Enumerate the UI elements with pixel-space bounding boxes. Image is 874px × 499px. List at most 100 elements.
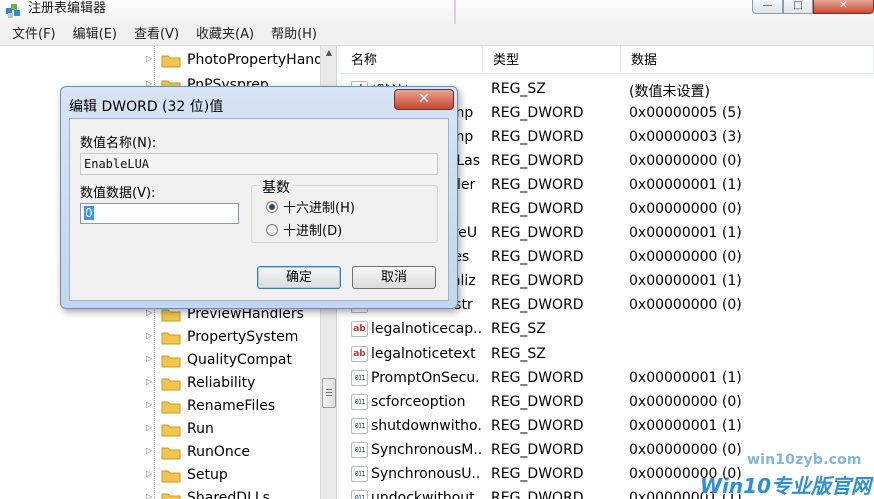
- value-data: 0x00000001 (1): [629, 225, 742, 241]
- tree-item-label: PropertySystem: [187, 329, 299, 345]
- dword-value-icon: 011: [351, 490, 368, 499]
- list-row[interactable]: 011 scforceoption REG_DWORD 0x00000000 (…: [341, 391, 874, 415]
- tree-item-label: SharedDLLs: [187, 490, 270, 499]
- window-title: 注册表编辑器: [28, 1, 107, 16]
- tree-item[interactable]: ▷ RunOnce: [4, 441, 322, 464]
- cancel-button[interactable]: 取消: [352, 266, 436, 289]
- dword-value-icon: 011: [351, 466, 368, 482]
- expand-arrow-icon[interactable]: ▷: [146, 446, 152, 455]
- menu-view[interactable]: 查看(V): [134, 24, 179, 46]
- value-name: SynchronousM...: [371, 442, 481, 458]
- edit-dword-dialog: 编辑 DWORD (32 位)值 ✕ 数值名称(N): EnableLUA 数值…: [60, 86, 458, 309]
- expand-arrow-icon[interactable]: ▷: [146, 377, 152, 386]
- dialog-title: 编辑 DWORD (32 位)值: [69, 99, 224, 115]
- dialog-close-button[interactable]: ✕: [394, 89, 454, 110]
- value-type: REG_SZ: [491, 321, 546, 337]
- value-type: REG_DWORD: [491, 442, 584, 458]
- column-header-name[interactable]: 名称: [341, 46, 483, 74]
- tree-item[interactable]: ▷ Run: [4, 418, 322, 441]
- value-type: REG_DWORD: [491, 418, 584, 434]
- maximize-button[interactable]: □: [783, 0, 813, 14]
- ok-button[interactable]: 确定: [257, 266, 341, 289]
- value-type: REG_DWORD: [491, 129, 584, 145]
- radio-button[interactable]: [266, 224, 278, 236]
- watermark-logo: Win10专业版官网: [700, 474, 871, 498]
- expand-arrow-icon[interactable]: ▷: [146, 308, 152, 317]
- close-window-button[interactable]: ✕: [813, 0, 874, 14]
- value-name: legalnoticecap...: [371, 321, 481, 337]
- dword-value-icon: 011: [351, 418, 368, 434]
- tree-item[interactable]: ▷ QualityCompat: [4, 349, 322, 372]
- tree-item[interactable]: ▷ PhotoPropertyHand: [4, 49, 323, 72]
- menu-favorites[interactable]: 收藏夹(A): [196, 24, 254, 46]
- radio-dec[interactable]: 十进制(D): [266, 220, 342, 239]
- folder-icon: [161, 493, 181, 499]
- value-data: 0x00000000 (0): [629, 394, 742, 410]
- value-type: REG_DWORD: [491, 249, 584, 265]
- radio-hex-label: 十六进制(H): [283, 201, 355, 216]
- scroll-up-arrow-icon[interactable]: ▲: [321, 48, 336, 57]
- expand-arrow-icon[interactable]: ▷: [146, 400, 152, 409]
- column-header-type[interactable]: 类型: [483, 46, 621, 74]
- list-row[interactable]: ab legalnoticecap... REG_SZ: [341, 318, 874, 342]
- expand-arrow-icon[interactable]: ▷: [146, 331, 152, 340]
- menu-file[interactable]: 文件(F): [12, 24, 56, 46]
- value-data-input[interactable]: 0: [80, 203, 239, 224]
- selected-text: 0: [84, 206, 94, 220]
- tree-item[interactable]: ▷ Reliability: [4, 372, 322, 395]
- tree-item[interactable]: ▷ SharedDLLs: [4, 487, 322, 499]
- tree-item-label: Reliability: [187, 375, 256, 391]
- dword-value-icon: 011: [351, 370, 368, 386]
- tree-item[interactable]: ▷ PropertySystem: [4, 326, 322, 349]
- expand-arrow-icon[interactable]: ▷: [146, 423, 152, 432]
- value-type: REG_SZ: [491, 346, 546, 362]
- minimize-button[interactable]: —: [752, 0, 783, 14]
- tree-item-label: RunOnce: [187, 444, 251, 460]
- menu-help[interactable]: 帮助(H): [271, 24, 317, 46]
- title-bar: 注册表编辑器 — □ ✕: [0, 0, 874, 24]
- radio-hex[interactable]: 十六进制(H): [266, 197, 355, 216]
- dword-value-icon: 011: [351, 442, 368, 458]
- value-data: 0x00000001 (1): [629, 418, 742, 434]
- value-data: 0x00000000 (0): [629, 153, 742, 169]
- value-type: REG_DWORD: [491, 490, 584, 499]
- radio-button-checked[interactable]: [266, 201, 278, 213]
- value-data: 0x00000000 (0): [629, 201, 742, 217]
- list-row[interactable]: 011 shutdownwitho... REG_DWORD 0x0000000…: [341, 415, 874, 439]
- dialog-body: 数值名称(N): EnableLUA 数值数据(V): 0 基数 十六进制(H)…: [69, 118, 449, 301]
- background-window-edge: [454, 0, 456, 24]
- string-value-icon: ab: [351, 346, 368, 362]
- base-group-label: 基数: [260, 177, 292, 197]
- list-row[interactable]: ab legalnoticetext REG_SZ: [341, 343, 874, 367]
- value-name: shutdownwitho...: [371, 418, 481, 434]
- value-name-label: 数值名称(N):: [80, 136, 157, 151]
- list-row[interactable]: 011 PromptOnSecu... REG_DWORD 0x00000001…: [341, 367, 874, 391]
- menu-bar: 文件(F) 编辑(E) 查看(V) 收藏夹(A) 帮助(H): [0, 24, 874, 46]
- tree-item[interactable]: ▷ RenameFiles: [4, 395, 322, 418]
- tree-item[interactable]: ▷ Setup: [4, 464, 322, 487]
- tree-item-label: QualityCompat: [187, 352, 292, 368]
- value-type: REG_DWORD: [491, 177, 584, 193]
- value-name-field: EnableLUA: [80, 153, 438, 175]
- expand-arrow-icon[interactable]: ▷: [146, 54, 152, 63]
- tree-item-label: RenameFiles: [187, 398, 276, 414]
- folder-icon: [161, 332, 181, 345]
- expand-arrow-icon[interactable]: ▷: [146, 469, 152, 478]
- expand-arrow-icon[interactable]: ▷: [146, 354, 152, 363]
- scrollbar-thumb[interactable]: [322, 378, 336, 408]
- string-value-icon: ab: [351, 321, 368, 337]
- folder-icon: [161, 309, 181, 322]
- expand-arrow-icon[interactable]: ▷: [146, 492, 152, 499]
- value-name: PromptOnSecu...: [371, 370, 481, 386]
- value-data: 0x00000005 (5): [629, 105, 742, 121]
- column-header-data[interactable]: 数据: [621, 46, 874, 74]
- menu-edit[interactable]: 编辑(E): [73, 24, 117, 46]
- value-data-label: 数值数据(V):: [80, 186, 156, 201]
- value-type: REG_DWORD: [491, 297, 584, 313]
- folder-icon: [161, 470, 181, 483]
- value-data: 0x00000001 (1): [629, 370, 742, 386]
- value-data: 0x00000003 (3): [629, 129, 742, 145]
- value-name: undockwithout...: [371, 490, 481, 499]
- dword-value-icon: 011: [351, 394, 368, 410]
- value-data: 0x00000001 (1): [629, 273, 742, 289]
